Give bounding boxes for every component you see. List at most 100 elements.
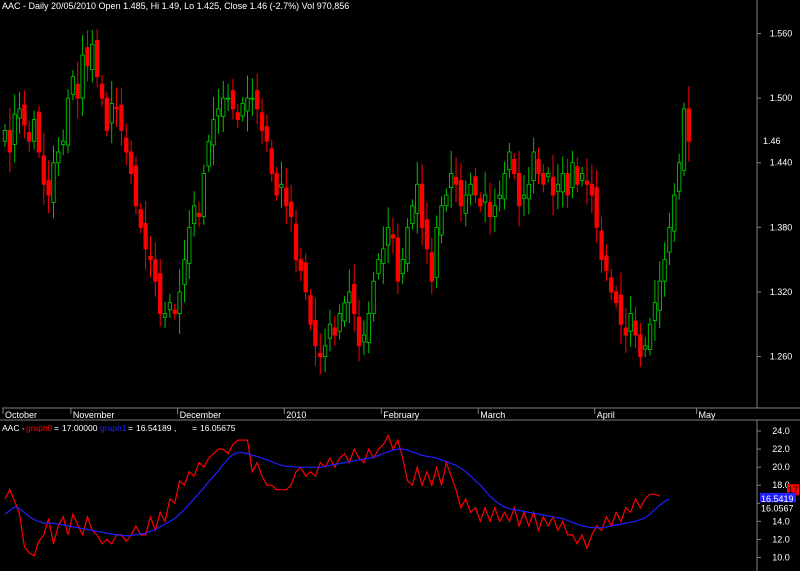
candle-body — [221, 97, 226, 117]
legend-graph1-name: graph1 — [100, 423, 127, 433]
candle-body — [318, 352, 323, 357]
price-and-indicator-chart: 1.560 1.500 1.440 1.380 1.320 1.260 1.46 Octob… — [0, 0, 800, 571]
candle-body — [298, 259, 303, 271]
candle-body — [628, 313, 633, 332]
svg-text:=: = — [192, 423, 197, 433]
candle-body — [356, 316, 362, 347]
candle-body — [303, 262, 308, 293]
candle-body — [235, 112, 240, 121]
candle-body — [400, 259, 405, 275]
candle-body — [371, 280, 376, 314]
candle-body — [80, 54, 85, 99]
candle-body — [284, 187, 289, 207]
candle-body — [453, 176, 459, 185]
date-tick-label: October — [5, 410, 37, 420]
candle-body — [366, 313, 371, 344]
candle-body — [211, 119, 216, 146]
candle-body — [94, 40, 100, 78]
svg-text:=: = — [128, 423, 133, 433]
candle-body — [497, 194, 502, 199]
candle-body — [158, 273, 163, 314]
candle-body — [225, 97, 231, 100]
date-tick-label: December — [180, 410, 222, 420]
date-axis: October November December 2010 February March… — [0, 407, 800, 421]
date-tick-label: March — [480, 410, 505, 420]
candle-body — [618, 294, 624, 325]
candle-body — [584, 180, 590, 185]
indicator-tick-label: 12.0 — [772, 534, 790, 544]
candle-body — [677, 162, 682, 192]
candle-body — [473, 176, 478, 196]
legend-graph0-value: 17.00000 — [62, 423, 98, 433]
candle-body — [662, 259, 667, 282]
candle-body — [216, 108, 221, 117]
candle-body — [352, 283, 357, 314]
candle-body — [410, 205, 415, 225]
candle-body — [667, 226, 672, 253]
candle-body — [381, 248, 386, 264]
candle-body — [347, 291, 352, 304]
legend-prefix: AAC - — [2, 423, 25, 433]
indicator-tick-label: 10.0 — [772, 552, 790, 562]
candle-body — [434, 226, 439, 278]
candle-body — [652, 302, 658, 321]
candle-body — [575, 166, 580, 185]
candle-body — [599, 230, 604, 261]
candle-body — [274, 173, 279, 196]
candle-body — [512, 159, 517, 174]
price-pane[interactable]: 1.560 1.500 1.440 1.380 1.320 1.260 1.46 — [2, 0, 793, 408]
date-tick-label: February — [383, 410, 420, 420]
candle-body — [560, 173, 565, 193]
candle-body — [46, 180, 51, 196]
candle-body — [172, 309, 177, 314]
candle-body — [279, 183, 284, 188]
candle-body — [546, 173, 551, 178]
candle-body — [638, 334, 643, 357]
legend-graph0-name: graph0 — [26, 423, 53, 433]
candle-body — [526, 183, 531, 200]
candle-body — [313, 320, 318, 347]
candle-body — [109, 103, 114, 124]
candle-body — [293, 223, 299, 261]
indicator-pane[interactable]: 24.022.020.018.016.014.012.010.01716.541… — [4, 420, 799, 571]
indicator-tick-label: 24.0 — [772, 426, 790, 436]
candle-body — [633, 320, 638, 336]
candle-body — [681, 108, 687, 171]
candle-body — [201, 173, 206, 218]
candle-body — [245, 97, 250, 112]
candle-body — [550, 176, 556, 196]
candle-body — [90, 43, 95, 71]
indicator-line-graph0 — [4, 434, 661, 557]
candle-body — [162, 313, 168, 318]
date-tick-label: 2010 — [286, 410, 306, 420]
candle-body — [22, 104, 27, 126]
candle-body — [487, 202, 493, 218]
candle-body — [36, 111, 42, 153]
candle-body — [478, 198, 483, 207]
candle-body — [623, 327, 628, 336]
candle-body — [337, 313, 342, 332]
candle-body — [541, 173, 546, 185]
candle-body — [657, 280, 662, 311]
candle-body — [376, 259, 381, 275]
candle-body — [439, 205, 444, 236]
candle-body — [70, 76, 76, 95]
candle-body — [17, 108, 22, 119]
candle-body — [182, 259, 187, 285]
candle-body — [206, 140, 211, 167]
candle-body — [613, 291, 619, 304]
indicator-tick-label: 14.0 — [772, 516, 790, 526]
candle-body — [429, 252, 434, 282]
indicator-tick-label: 20.0 — [772, 462, 790, 472]
candle-body — [259, 112, 265, 131]
candle-body — [531, 151, 536, 181]
legend-graph1-value: 16.54189 — [136, 423, 172, 433]
candle-body — [361, 334, 367, 343]
candle-body — [269, 148, 274, 174]
candle-body — [119, 104, 124, 131]
candle-body — [555, 183, 561, 192]
candle-body — [405, 226, 410, 264]
candle-body — [177, 291, 182, 314]
candle-body — [196, 212, 202, 218]
price-tick-label: 1.320 — [770, 287, 793, 297]
